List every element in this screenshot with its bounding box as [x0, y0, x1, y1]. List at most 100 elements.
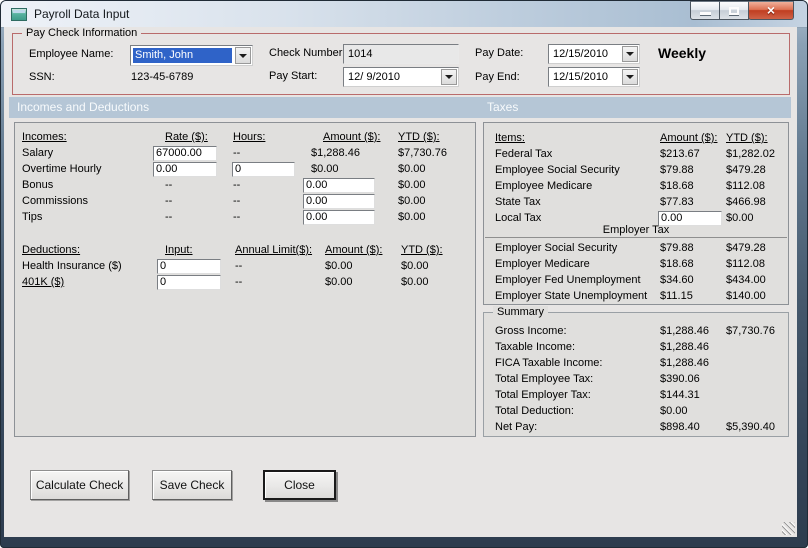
employee-name-value: Smith, John — [133, 48, 232, 63]
tax-ytd: $112.08 — [726, 258, 765, 270]
summary-amount: $144.31 — [660, 389, 700, 401]
check-number-label: Check Number: — [269, 47, 346, 59]
salary-rate-input[interactable] — [153, 145, 217, 161]
summary-amount: $390.06 — [660, 373, 700, 385]
employee-name-combobox[interactable]: Smith, John — [130, 45, 253, 66]
tax-amount: $213.67 — [660, 148, 700, 160]
tax-ytd: $112.08 — [726, 180, 765, 192]
deduction-ytd: $0.00 — [401, 276, 429, 288]
tax-row-emp-medicare: Employee Medicare $18.68 $112.08 — [495, 178, 785, 194]
income-ytd: $0.00 — [398, 163, 426, 175]
income-ytd: $0.00 — [398, 179, 426, 191]
employer-tax-header: Employer Tax — [602, 224, 670, 236]
taxes-col-item: Items: — [495, 132, 525, 144]
tips-amount-input[interactable] — [303, 209, 375, 225]
deductions-header-row: Deductions: Input: Annual Limit($): Amou… — [22, 242, 472, 258]
employee-name-label: Employee Name: — [29, 48, 114, 60]
taxes-header: Taxes — [487, 100, 519, 114]
close-button[interactable]: Close — [263, 470, 336, 500]
chevron-down-icon[interactable] — [622, 69, 638, 85]
maximize-button[interactable] — [719, 1, 749, 20]
check-number-field[interactable]: 1014 — [343, 44, 459, 64]
section-band: Incomes and Deductions Taxes — [9, 97, 791, 118]
close-window-button[interactable]: × — [748, 1, 794, 20]
tax-ytd: $479.28 — [726, 242, 766, 254]
summary-ytd — [726, 387, 785, 403]
tax-label: Employer Social Security — [495, 242, 618, 254]
tax-ytd: $466.98 — [726, 196, 766, 208]
chevron-down-icon[interactable] — [622, 46, 638, 62]
overtime-rate-input[interactable] — [153, 161, 217, 177]
summary-label: FICA Taxable Income: — [495, 357, 603, 369]
minimize-icon — [699, 12, 711, 15]
close-icon: × — [766, 2, 776, 18]
save-check-button[interactable]: Save Check — [152, 470, 232, 500]
deduction-row-health: Health Insurance ($) -- $0.00 $0.00 — [22, 258, 472, 274]
summary-amount: $0.00 — [660, 405, 688, 417]
summary-label: Total Deduction: — [495, 405, 574, 417]
incomes-deductions-panel: Incomes: Rate ($): Hours: Amount ($): YT… — [14, 122, 476, 437]
summary-ytd — [726, 371, 785, 387]
deduction-ytd: $0.00 — [401, 260, 429, 272]
summary-amount: $898.40 — [660, 421, 700, 433]
chevron-down-icon[interactable] — [441, 69, 457, 85]
income-rate: -- — [165, 195, 173, 207]
tax-amount: $11.15 — [660, 290, 693, 302]
summary-label: Total Employer Tax: — [495, 389, 591, 401]
summary-ytd: $5,390.40 — [726, 421, 775, 433]
overtime-hours-input[interactable] — [232, 161, 295, 177]
deduction-401k-link[interactable]: 401K ($) — [22, 274, 153, 290]
summary-row-taxable: Taxable Income: $1,288.46 — [495, 339, 785, 355]
summary-label: Gross Income: — [495, 325, 567, 337]
pay-start-datepicker[interactable]: 12/ 9/2010 — [343, 67, 459, 87]
titlebar[interactable]: Payroll Data Input × — [1, 1, 807, 28]
payroll-window: Payroll Data Input × Pay Check Informati… — [0, 0, 808, 548]
income-ytd: $0.00 — [398, 195, 426, 207]
summary-ytd: $7,730.76 — [726, 325, 775, 337]
pay-end-datepicker[interactable]: 12/15/2010 — [548, 67, 640, 87]
paycheck-info-title: Pay Check Information — [22, 27, 142, 39]
incomes-col-ytd: YTD ($): — [398, 131, 440, 143]
employee-taxes-table: Items: Amount ($): YTD ($): Federal Tax … — [495, 130, 785, 226]
pay-date-datepicker[interactable]: 12/15/2010 — [548, 44, 640, 64]
income-amount: $0.00 — [311, 163, 339, 175]
deductions-table: Deductions: Input: Annual Limit($): Amou… — [22, 242, 472, 290]
health-insurance-input[interactable] — [157, 258, 221, 274]
bonus-amount-input[interactable] — [303, 177, 375, 193]
deductions-col-limit: Annual Limit($): — [235, 244, 313, 256]
tax-row-employer-medicare: Employer Medicare $18.68 $112.08 — [495, 256, 785, 272]
income-row-salary: Salary -- $1,288.46 $7,730.76 — [22, 145, 472, 161]
ssn-label: SSN: — [29, 71, 55, 83]
tax-row-employer-state-unemp: Employer State Unemployment $11.15 $140.… — [495, 288, 785, 304]
tax-ytd: $434.00 — [726, 274, 766, 286]
summary-row-net-pay: Net Pay: $898.40 $5,390.40 — [495, 419, 785, 435]
window-title: Payroll Data Input — [34, 7, 130, 21]
deductions-col-input: Input: — [165, 244, 193, 256]
deduction-row-401k: 401K ($) -- $0.00 $0.00 — [22, 274, 472, 290]
taxes-col-ytd: YTD ($): — [726, 132, 768, 144]
incomes-col-rate: Rate ($): — [165, 131, 208, 143]
pay-date-value: 12/15/2010 — [553, 48, 609, 60]
401k-input[interactable] — [157, 274, 221, 290]
tax-label: Employee Medicare — [495, 180, 593, 192]
income-row-commissions: Commissions -- -- $0.00 — [22, 193, 472, 209]
tax-amount: $77.83 — [660, 196, 694, 208]
chevron-down-icon[interactable] — [235, 47, 251, 64]
minimize-button[interactable] — [690, 1, 720, 20]
resize-grip[interactable] — [782, 522, 795, 535]
summary-ytd — [726, 403, 785, 419]
tax-ytd: $1,282.02 — [726, 148, 775, 160]
tax-label: Employer State Unemployment — [495, 290, 648, 302]
income-row-tips: Tips -- -- $0.00 — [22, 209, 472, 225]
income-row-overtime: Overtime Hourly $0.00 $0.00 — [22, 161, 472, 177]
income-label: Bonus — [22, 179, 54, 191]
incomes-col-hours: Hours: — [233, 131, 266, 143]
summary-table: Gross Income: $1,288.46 $7,730.76 Taxabl… — [495, 323, 785, 435]
ssn-value: 123-45-6789 — [131, 71, 194, 83]
maximize-icon — [729, 6, 739, 15]
commissions-amount-input[interactable] — [303, 193, 375, 209]
tax-row-employer-ss: Employer Social Security $79.88 $479.28 — [495, 240, 785, 256]
tax-amount: $18.68 — [660, 258, 694, 270]
calculate-check-button[interactable]: Calculate Check — [30, 470, 129, 500]
income-label: Commissions — [22, 195, 89, 207]
